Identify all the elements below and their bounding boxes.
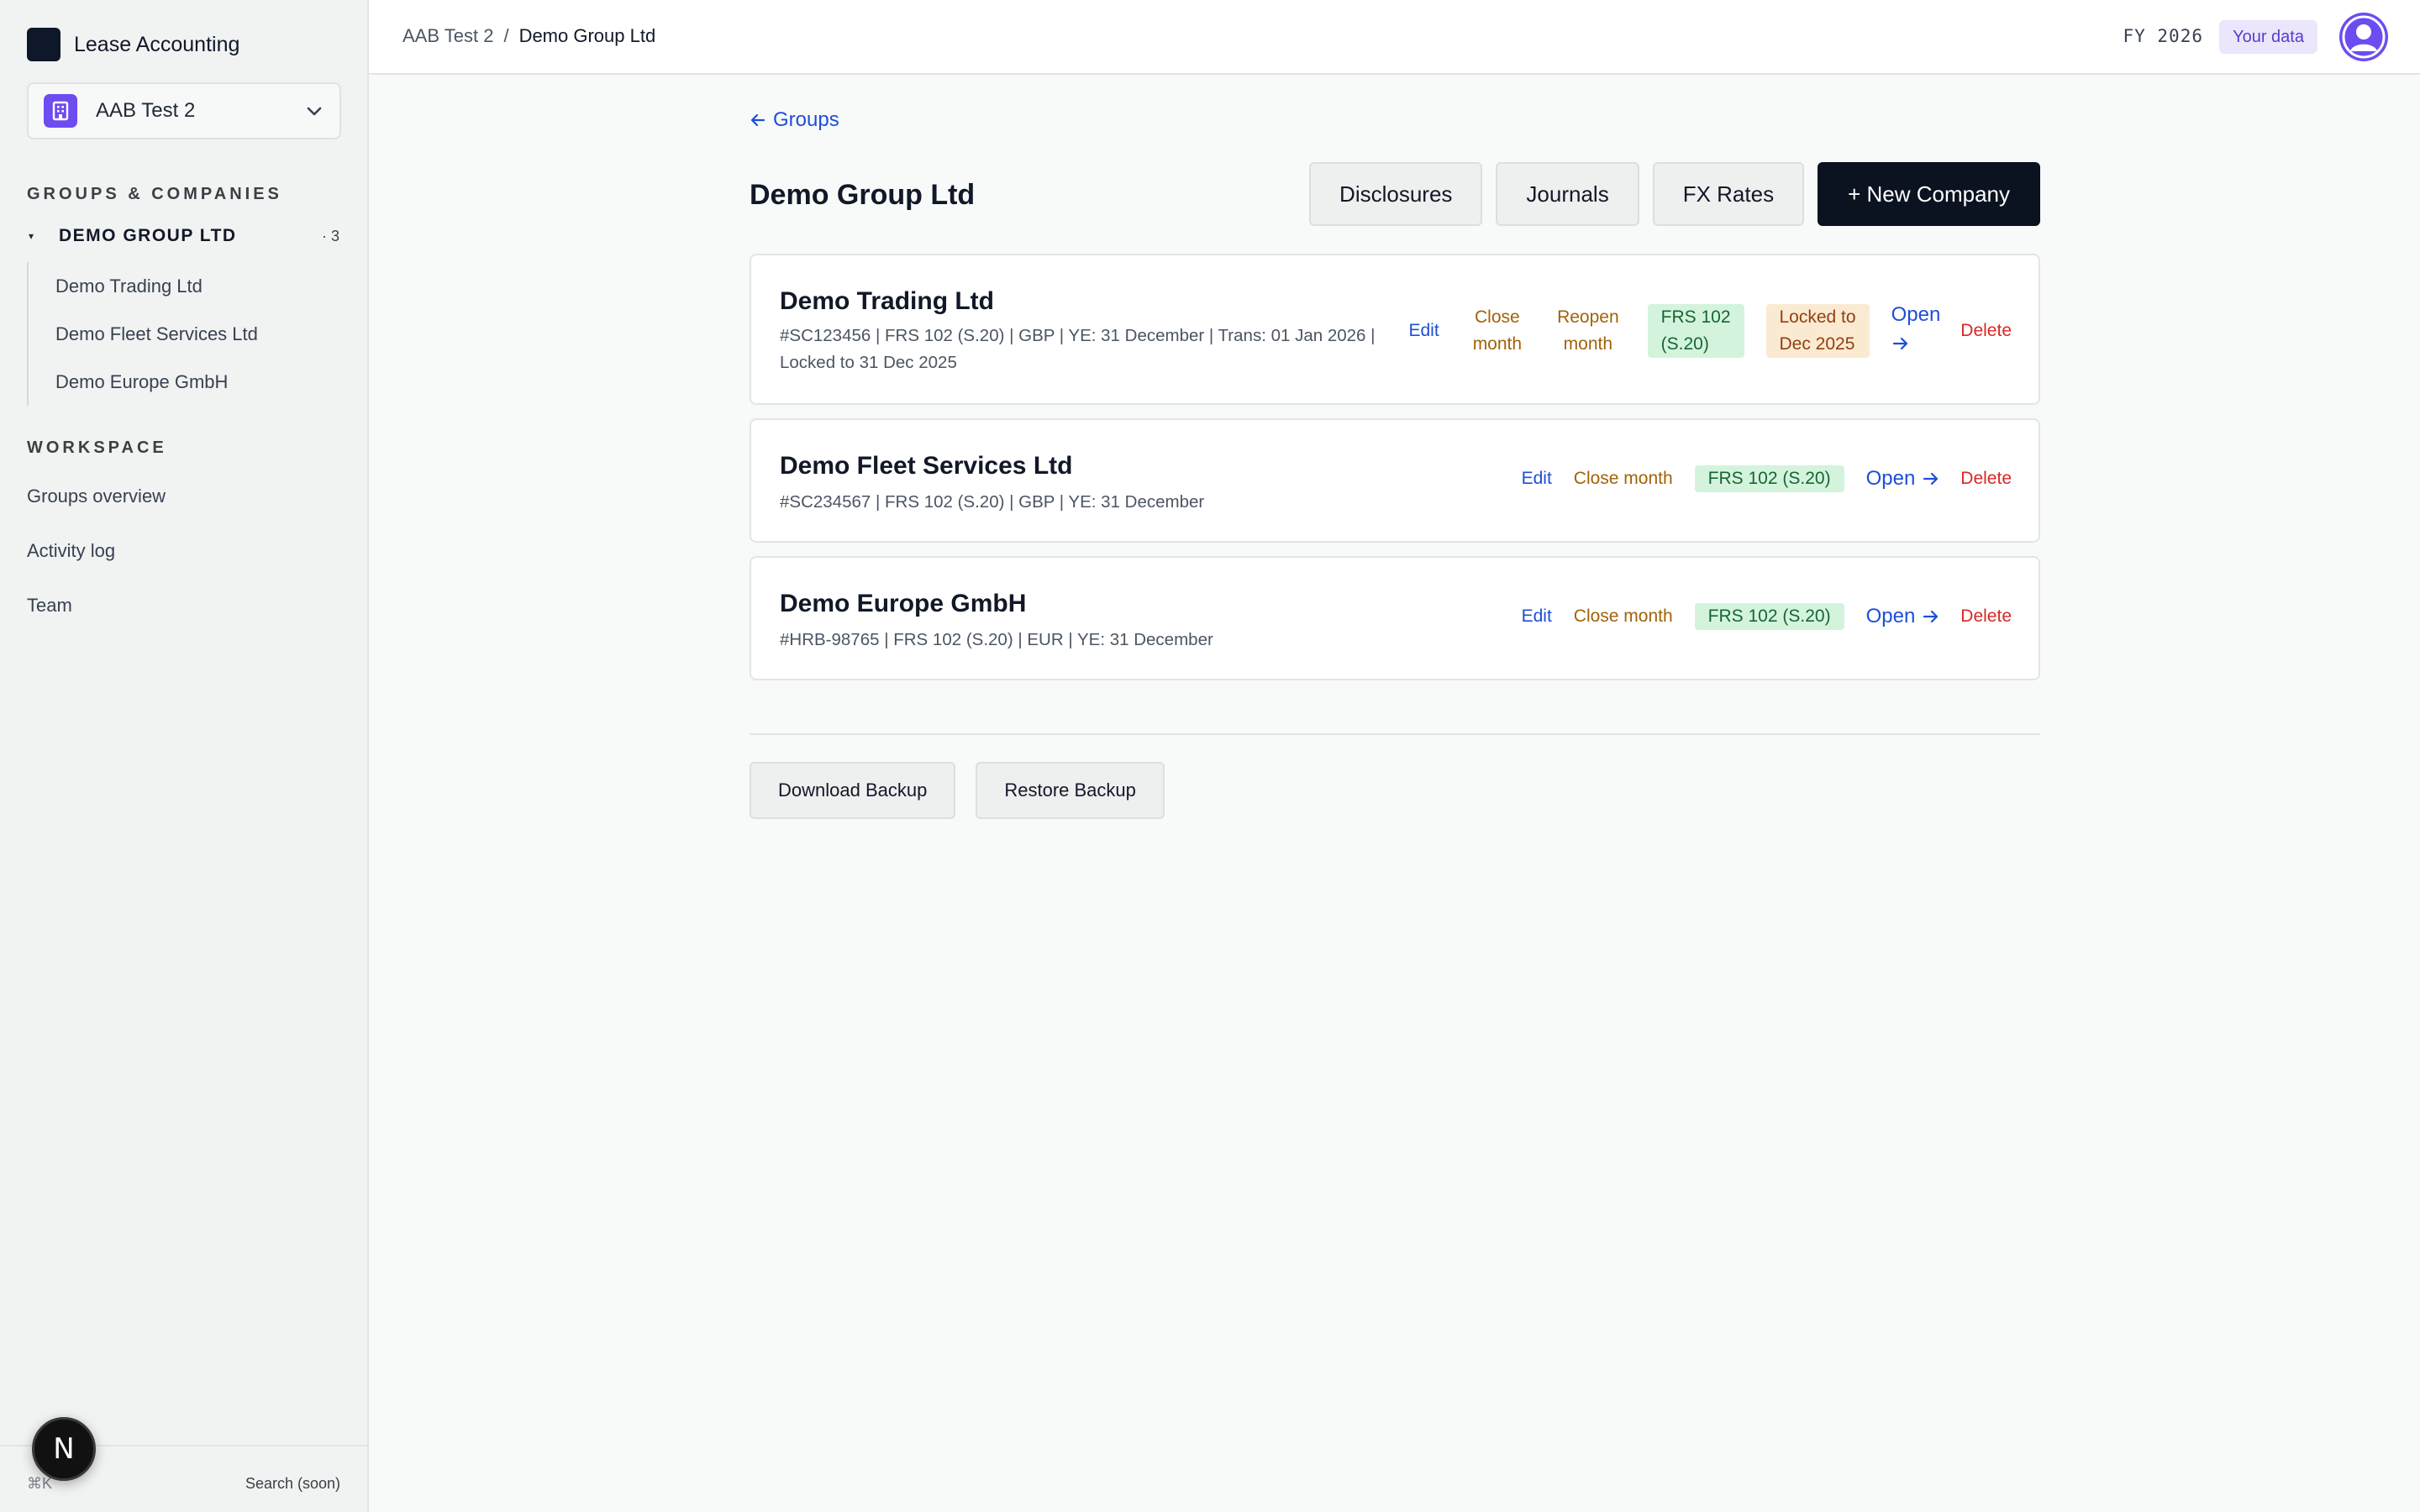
user-avatar-icon[interactable] [2339,13,2388,61]
search-soon[interactable]: Search (soon) [245,1475,340,1493]
section-divider [750,733,2040,735]
open-company-link[interactable]: Open [1891,299,1940,363]
delete-company-link[interactable]: Delete [1960,606,2012,627]
journals-button[interactable]: Journals [1496,162,1639,226]
company-name: Demo Europe GmbH [780,590,1027,617]
open-company-link[interactable]: Open [1866,467,1941,491]
brand-square-icon [27,28,60,61]
group-name: DEMO GROUP LTD [59,226,237,245]
disclosures-button[interactable]: Disclosures [1309,162,1483,226]
edit-link[interactable]: Edit [1522,469,1552,489]
sidebar-company-demo-fleet[interactable]: Demo Fleet Services Ltd [29,310,341,358]
company-actions: Edit Close month Reopen month FRS 102 (S.20… [1409,299,2012,363]
breadcrumb-org[interactable]: AAB Test 2 [402,25,493,47]
open-company-link[interactable]: Open [1866,605,1941,628]
standard-badge: FRS 102 (S.20) [1694,603,1844,630]
arrow-left-icon [750,113,765,127]
company-actions: Edit Close month FRS 102 (S.20) Open Del… [1522,603,2012,630]
company-card-demo-trading: Demo Trading Ltd #SC123456 | FRS 102 (S.… [750,254,2040,405]
app-name: Lease Accounting [74,32,240,56]
back-label: Groups [773,108,839,131]
group-count: · 3 [321,227,339,244]
org-selector[interactable]: AAB Test 2 [27,82,341,139]
company-meta: #SC123456 | FRS 102 (S.20) | GBP | YE: 3… [780,326,1376,372]
page-title: Demo Group Ltd [750,179,976,211]
breadcrumb-current: Demo Group Ltd [518,25,656,46]
groups-section-label: GROUPS & COMPANIES [27,185,282,203]
arrow-right-icon [1923,472,1939,486]
page-actions: Disclosures Journals FX Rates + New Comp… [1309,162,2040,226]
delete-company-link[interactable]: Delete [1960,469,2012,489]
company-meta: #HRB-98765 | FRS 102 (S.20) | EUR | YE: … [780,630,1213,649]
lock-status-badge: Locked to Dec 2025 [1765,304,1870,358]
company-meta: #SC234567 | FRS 102 (S.20) | GBP | YE: 3… [780,492,1205,512]
company-tree: Demo Trading Ltd Demo Fleet Services Ltd… [27,262,341,406]
standard-badge: FRS 102 (S.20) [1694,465,1844,492]
arrow-right-icon [1892,337,1907,350]
workspace-section-label: WORKSPACE [27,438,167,457]
download-backup-button[interactable]: Download Backup [750,762,956,819]
company-actions: Edit Close month FRS 102 (S.20) Open Del… [1522,465,2012,492]
topbar: AAB Test 2 / Demo Group Ltd FY 2026 Your… [369,0,2420,75]
your-data-button[interactable]: Your data [2219,20,2317,54]
backup-actions: Download Backup Restore Backup [750,762,1165,819]
new-company-button[interactable]: + New Company [1818,162,2040,226]
fiscal-year: FY 2026 [2123,26,2203,46]
caret-icon: ▾ [29,230,34,242]
shortcut-hint: ⌘K [27,1475,53,1492]
back-to-groups-link[interactable]: Groups [750,108,839,132]
sidebar-company-demo-trading[interactable]: Demo Trading Ltd [29,262,341,310]
nav-groups-overview[interactable]: Groups overview [27,486,166,507]
org-name: AAB Test 2 [96,99,196,122]
close-month-link[interactable]: Close month [1574,465,1673,492]
close-month-link[interactable]: Close month [1473,304,1522,358]
nav-activity-log[interactable]: Activity log [27,540,115,562]
company-card-demo-europe: Demo Europe GmbH #HRB-98765 | FRS 102 (S… [750,556,2040,680]
fx-rates-button[interactable]: FX Rates [1652,162,1805,226]
standard-badge: FRS 102 (S.20) [1647,304,1744,358]
nav-team[interactable]: Team [27,595,72,617]
n-badge[interactable]: N [32,1417,96,1481]
company-card-demo-fleet: Demo Fleet Services Ltd #SC234567 | FRS … [750,418,2040,543]
breadcrumb-separator: / [503,25,509,46]
company-name: Demo Fleet Services Ltd [780,452,1073,480]
sidebar-group-demo-group[interactable]: ▾ DEMO GROUP LTD · 3 [27,223,341,249]
sidebar: Lease Accounting AAB Test 2 GROUPS & COM… [0,0,369,1512]
brand[interactable]: Lease Accounting [27,27,239,62]
arrow-right-icon [1923,610,1939,623]
reopen-month-link[interactable]: Reopen month [1557,304,1619,358]
chevron-down-icon [307,107,322,116]
edit-link[interactable]: Edit [1409,321,1439,341]
restore-backup-button[interactable]: Restore Backup [976,762,1165,819]
sidebar-company-demo-europe[interactable]: Demo Europe GmbH [29,358,341,406]
delete-company-link[interactable]: Delete [1960,321,2012,341]
edit-link[interactable]: Edit [1522,606,1552,627]
building-icon [44,94,77,128]
breadcrumb: AAB Test 2 / Demo Group Ltd [402,25,655,47]
close-month-link[interactable]: Close month [1574,603,1673,630]
company-name: Demo Trading Ltd [780,287,994,315]
